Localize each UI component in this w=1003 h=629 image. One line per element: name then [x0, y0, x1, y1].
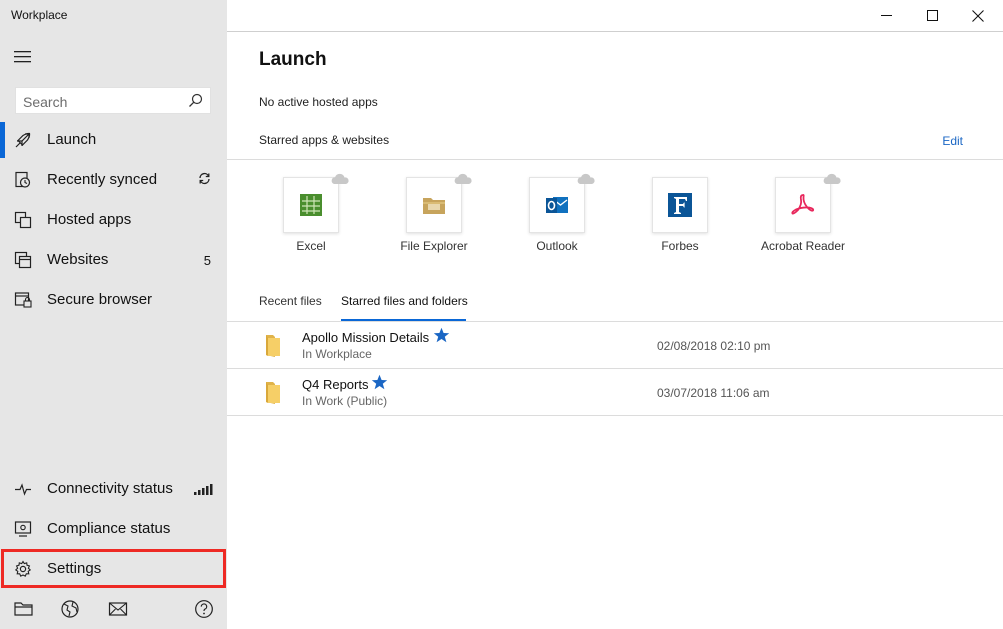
- sync-clock-icon: [14, 171, 32, 189]
- file-date: 02/08/2018 02:10 pm: [657, 339, 771, 353]
- websites-count-badge: 5: [203, 253, 211, 268]
- app-tile-label: Outlook: [536, 239, 578, 253]
- cloud-icon: [330, 172, 350, 190]
- help-icon[interactable]: [193, 598, 215, 620]
- search-icon[interactable]: [188, 93, 203, 113]
- folder-icon: [263, 380, 283, 410]
- app-tile-excel[interactable]: Excel: [256, 173, 366, 259]
- app-tile-acrobat-reader[interactable]: Acrobat Reader: [748, 173, 858, 259]
- file-name[interactable]: Q4 Reports: [302, 377, 368, 392]
- starred-apps-heading: Starred apps & websites: [259, 133, 390, 147]
- app-tile-label: Acrobat Reader: [760, 239, 846, 253]
- cloud-icon: [822, 172, 842, 190]
- window-title: Workplace: [11, 8, 68, 22]
- pulse-icon: [14, 480, 32, 498]
- app-tile-forbes[interactable]: Forbes: [625, 177, 735, 259]
- secure-browser-icon: [14, 291, 32, 309]
- close-button[interactable]: [955, 0, 1001, 31]
- divider: [227, 159, 1003, 160]
- sidebar-item-label: Websites: [47, 251, 109, 268]
- app-tile-label: Forbes: [661, 239, 699, 253]
- forbes-icon: [668, 193, 692, 217]
- no-hosted-apps-text: No active hosted apps: [259, 95, 378, 109]
- close-icon: [972, 9, 984, 22]
- cloud-icon: [576, 172, 596, 190]
- acrobat-reader-icon: [791, 194, 815, 215]
- minimize-icon: [880, 15, 892, 16]
- app-tile-file-explorer[interactable]: File Explorer: [379, 173, 489, 259]
- sidebar-item-label: Hosted apps: [47, 211, 132, 228]
- cloud-icon: [453, 172, 473, 190]
- sidebar-item-label: Connectivity status: [47, 480, 173, 497]
- star-icon[interactable]: [371, 374, 388, 396]
- file-name[interactable]: Apollo Mission Details: [302, 330, 429, 345]
- sidebar-item-hosted-apps[interactable]: Hosted apps: [0, 200, 227, 240]
- search-field[interactable]: Search: [15, 87, 211, 114]
- refresh-icon[interactable]: [198, 172, 211, 188]
- sidebar-item-label: Recently synced: [47, 171, 158, 188]
- file-row-q4-reports[interactable]: Q4 Reports In Work (Public) 03/07/2018 1…: [227, 369, 1003, 416]
- mail-icon[interactable]: [107, 598, 129, 620]
- outlook-icon: [546, 197, 568, 213]
- folder-icon: [263, 333, 283, 363]
- sidebar-item-websites[interactable]: Websites 5: [0, 240, 227, 280]
- sidebar-item-launch[interactable]: Launch: [0, 120, 227, 160]
- sidebar-item-secure-browser[interactable]: Secure browser: [0, 280, 227, 320]
- folder-icon[interactable]: [13, 598, 35, 620]
- sidebar-item-compliance-status[interactable]: Compliance status: [0, 509, 227, 549]
- app-tile-outlook[interactable]: Outlook: [502, 173, 612, 259]
- sidebar-item-label: Secure browser: [47, 291, 153, 308]
- rocket-icon: [14, 131, 32, 149]
- excel-icon: [300, 194, 322, 216]
- file-row-apollo-mission-details[interactable]: Apollo Mission Details In Workplace 02/0…: [227, 322, 1003, 369]
- sidebar-footer: [0, 596, 227, 622]
- sidebar-item-connectivity-status[interactable]: Connectivity status: [0, 469, 227, 509]
- sidebar: Workplace Search Launch Recently synced …: [0, 0, 227, 629]
- file-explorer-icon: [423, 198, 445, 214]
- signal-bars-icon: [194, 483, 214, 498]
- compliance-monitor-icon: [14, 520, 32, 538]
- websites-icon: [14, 251, 32, 269]
- tab-starred-files-and-folders[interactable]: Starred files and folders: [341, 294, 468, 308]
- maximize-button[interactable]: [909, 0, 955, 31]
- sidebar-item-label: Compliance status: [47, 520, 171, 537]
- app-tile-label: File Explorer: [400, 239, 468, 253]
- page-title: Launch: [259, 49, 327, 70]
- minimize-button[interactable]: [863, 0, 909, 31]
- star-icon[interactable]: [433, 327, 450, 349]
- tab-recent-files[interactable]: Recent files: [259, 294, 322, 308]
- main-panel: Launch No active hosted apps Starred app…: [227, 31, 1003, 629]
- settings-highlight-box: [1, 549, 226, 588]
- file-location: In Work (Public): [302, 394, 388, 408]
- file-location: In Workplace: [302, 347, 372, 361]
- file-date: 03/07/2018 11:06 am: [657, 386, 770, 400]
- hosted-apps-icon: [14, 211, 32, 229]
- sidebar-item-label: Launch: [47, 131, 97, 148]
- sidebar-item-recently-synced[interactable]: Recently synced: [0, 160, 227, 200]
- search-input[interactable]: Search: [23, 94, 67, 110]
- edit-link[interactable]: Edit: [942, 134, 963, 148]
- hamburger-menu-icon[interactable]: [13, 46, 35, 68]
- globe-icon[interactable]: [59, 598, 81, 620]
- app-tile-label: Excel: [296, 239, 326, 253]
- maximize-icon: [926, 10, 938, 21]
